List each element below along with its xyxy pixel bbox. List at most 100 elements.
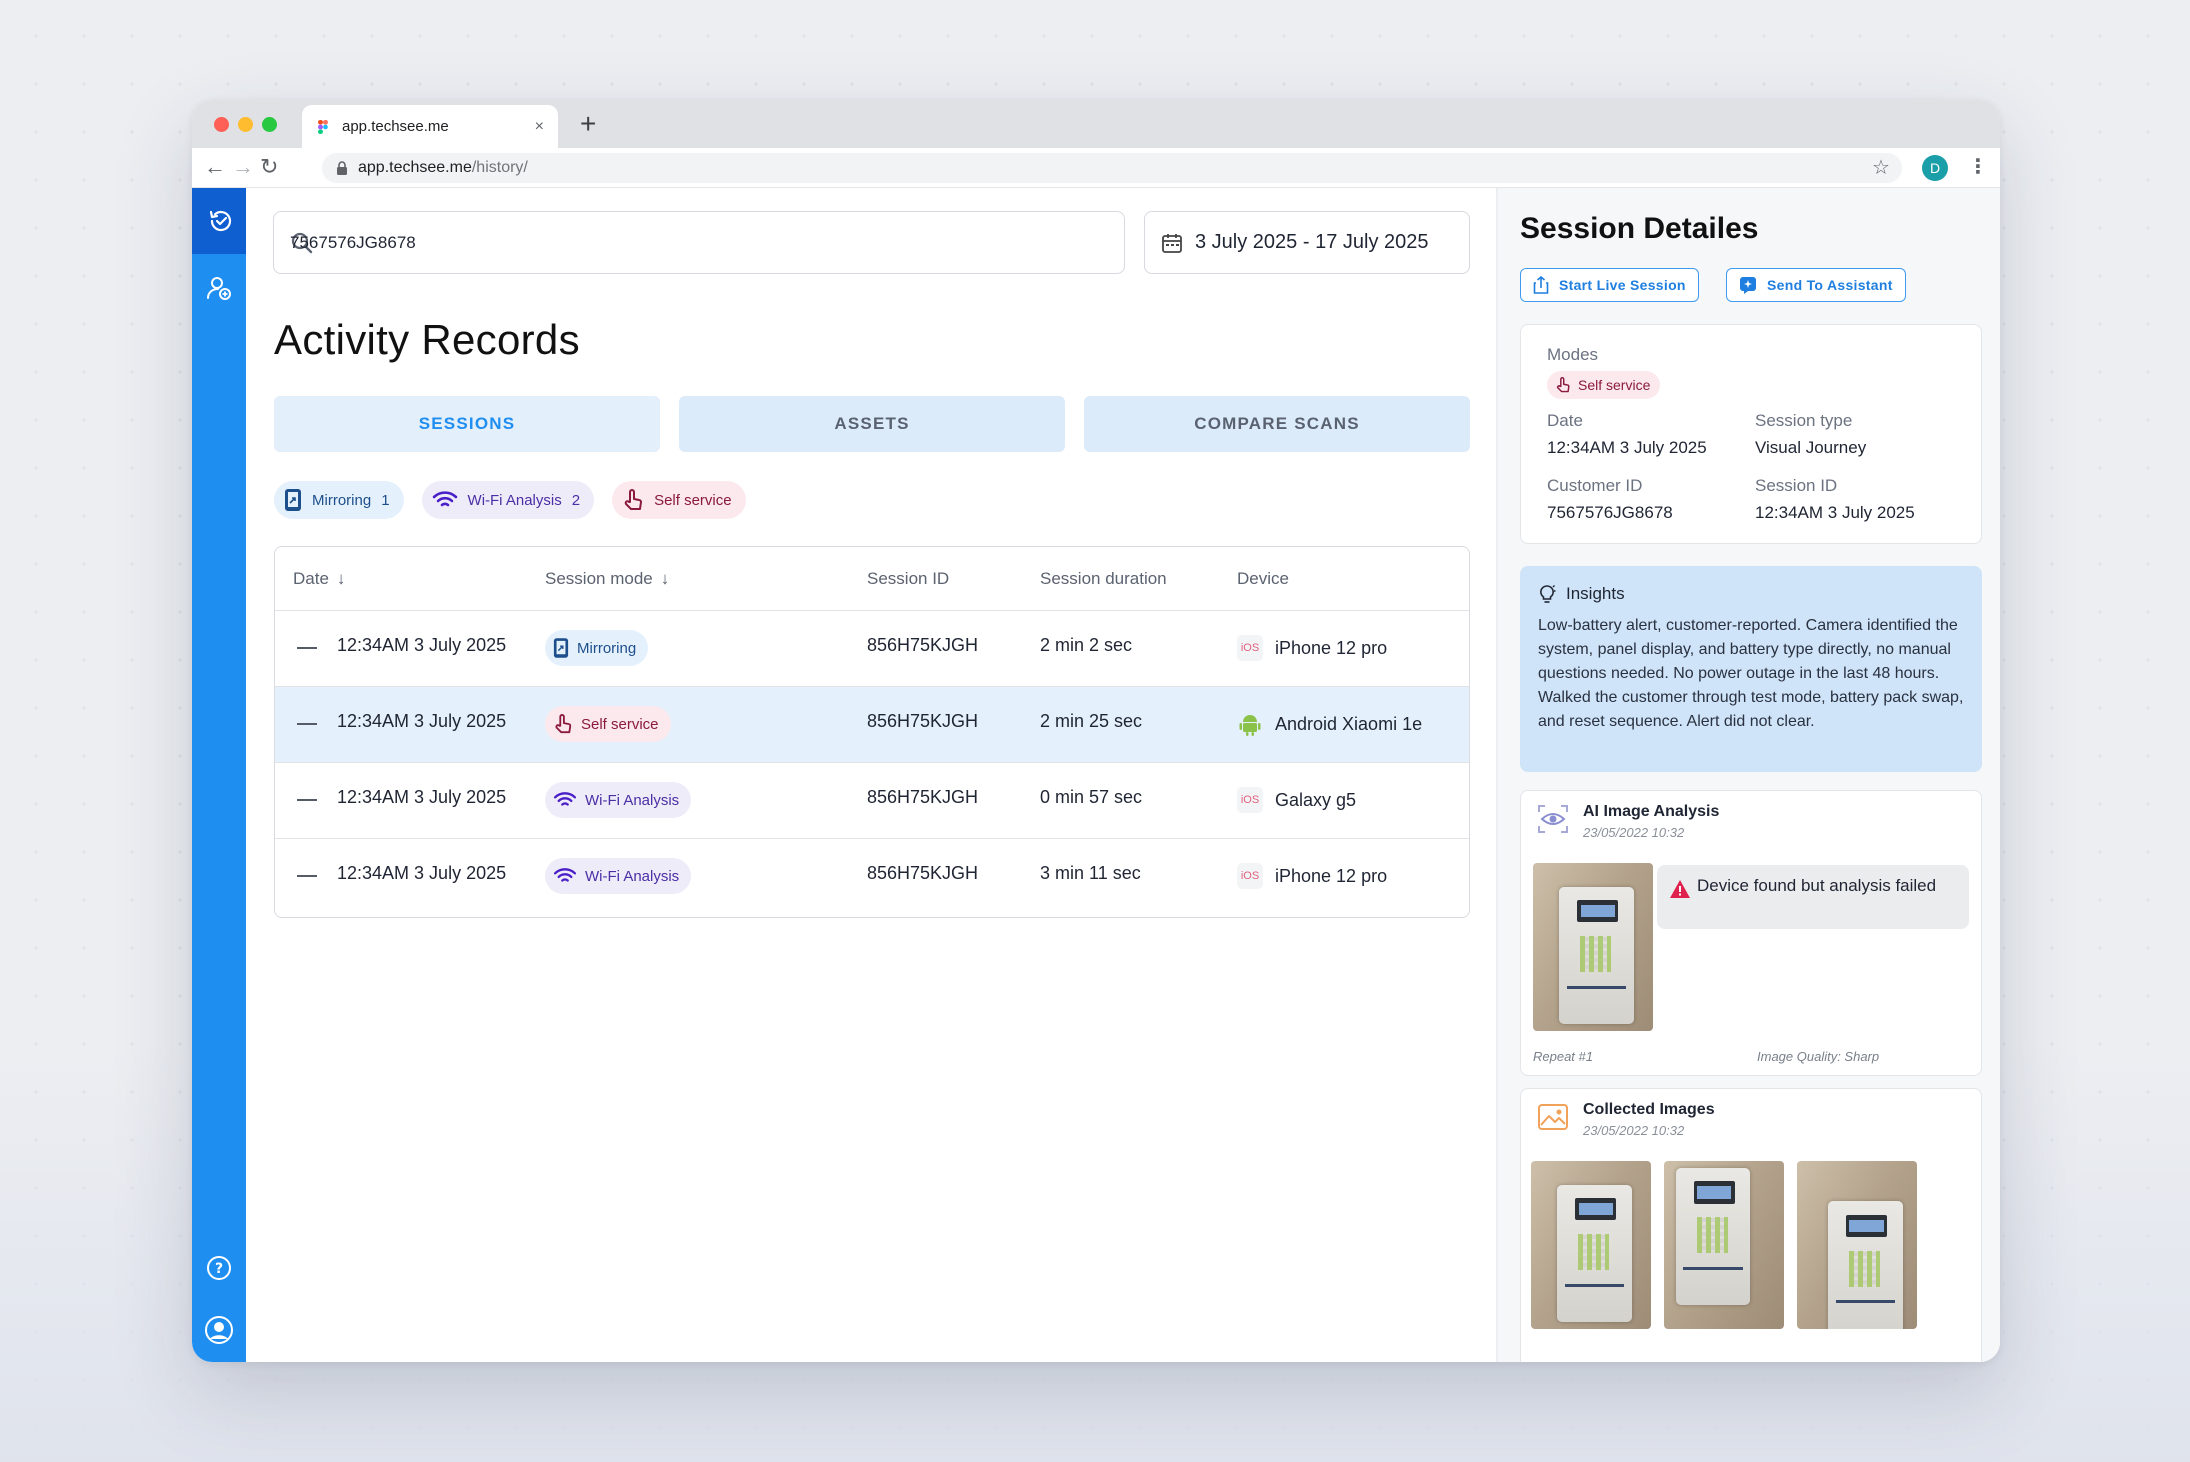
mode-filters: Mirroring 1 Wi-Fi Analysis 2 Self servic… — [274, 481, 746, 519]
sidebar-item-help[interactable]: ? — [192, 1238, 246, 1298]
row-date: 12:34AM 3 July 2025 — [337, 711, 507, 731]
filter-label: Mirroring — [312, 491, 372, 509]
mirroring-icon — [553, 638, 569, 658]
sidebar-item-history[interactable] — [192, 188, 250, 254]
account-icon — [205, 1316, 233, 1344]
browser-menu-icon[interactable]: ⋮ — [1968, 154, 1988, 179]
filter-count: 1 — [381, 491, 390, 509]
row-mode-label: Self service — [581, 715, 659, 733]
header-session-id: Session ID — [867, 569, 950, 588]
session-id-value: 12:34AM 3 July 2025 — [1755, 503, 1915, 522]
image-gallery-icon — [1538, 1104, 1568, 1130]
row-device: Android Xiaomi 1e — [1237, 711, 1422, 737]
maximize-window-button[interactable] — [262, 117, 277, 132]
profile-avatar[interactable]: D — [1922, 155, 1948, 181]
help-icon: ? — [207, 1256, 231, 1280]
url-path: /history/ — [471, 159, 528, 176]
search-value: 7567576JG8678 — [290, 232, 416, 252]
tab-sessions[interactable]: SESSIONS — [274, 396, 660, 452]
row-date: 12:34AM 3 July 2025 — [337, 635, 507, 655]
modes-label: Modes — [1547, 345, 1599, 364]
session-info-card: Modes Self service Date 12:34AM 3 July 2… — [1520, 324, 1982, 544]
insights-header: Insights — [1538, 584, 1964, 604]
send-to-assistant-button[interactable]: Send To Assistant — [1726, 268, 1906, 302]
warning-icon — [1670, 880, 1690, 898]
header-mode-label: Session mode — [545, 569, 653, 588]
tab-assets[interactable]: ASSETS — [679, 396, 1065, 452]
lock-icon — [337, 161, 347, 175]
ios-icon: iOS — [1237, 635, 1263, 661]
header-session-mode[interactable]: Session mode ↓ — [545, 569, 669, 589]
sidebar-item-account[interactable] — [192, 1300, 246, 1360]
new-tab-button[interactable]: + — [580, 108, 596, 140]
row-device-name: iPhone 12 pro — [1275, 637, 1388, 658]
row-session-id: 856H75KJGH — [867, 635, 979, 655]
row-duration: 2 min 25 sec — [1040, 711, 1143, 731]
ai-analysis-date: 23/05/2022 10:32 — [1583, 825, 1685, 840]
row-device: iOS iPhone 12 pro — [1237, 863, 1387, 889]
table-row-selected[interactable]: 12:34AM 3 July 2025 Self service 856H75K… — [275, 687, 1469, 763]
hand-pointer-icon — [624, 489, 643, 510]
bookmark-star-icon[interactable]: ☆ — [1872, 155, 1890, 180]
mirroring-icon — [285, 489, 301, 511]
row-date: 12:34AM 3 July 2025 — [337, 787, 507, 807]
add-user-icon — [207, 277, 231, 300]
close-window-button[interactable] — [214, 117, 229, 132]
insights-title: Insights — [1566, 584, 1625, 603]
sort-arrow-icon: ↓ — [336, 569, 346, 588]
tab-close-icon[interactable]: × — [535, 118, 544, 136]
collected-images-date: 23/05/2022 10:32 — [1583, 1123, 1685, 1138]
eye-scan-icon — [1538, 805, 1568, 833]
header-date[interactable]: Date ↓ — [293, 569, 345, 589]
expand-dash-icon[interactable] — [297, 647, 317, 649]
start-live-session-button[interactable]: Start Live Session — [1520, 268, 1699, 302]
minimize-window-button[interactable] — [238, 117, 253, 132]
mode-chip-self-service: Self service — [1547, 371, 1661, 399]
app-root: ? 7567576JG8678 3 July 2025 - 17 July 20… — [192, 188, 2000, 1362]
expand-dash-icon[interactable] — [297, 875, 317, 877]
row-mode-label: Wi-Fi Analysis — [585, 867, 680, 885]
mode-chip-label: Self service — [1578, 377, 1651, 393]
date-range-picker[interactable]: 3 July 2025 - 17 July 2025 — [1144, 211, 1470, 274]
sidebar-item-add-user[interactable] — [192, 258, 246, 318]
expand-dash-icon[interactable] — [297, 799, 317, 801]
session-id-label: Session ID — [1755, 476, 1838, 495]
alarm-panel-graphic — [1676, 1167, 1751, 1306]
tab-compare-scans[interactable]: COMPARE SCANS — [1084, 396, 1470, 452]
browser-tab[interactable]: app.techsee.me × — [302, 105, 558, 148]
row-device: iOS iPhone 12 pro — [1237, 635, 1387, 661]
filter-chip-wifi[interactable]: Wi-Fi Analysis 2 — [421, 481, 595, 519]
send-to-assistant-label: Send To Assistant — [1767, 277, 1893, 293]
analysis-photo[interactable] — [1533, 863, 1653, 1031]
back-arrow-icon[interactable]: ← — [204, 154, 226, 180]
expand-dash-icon[interactable] — [297, 723, 317, 725]
header-session-duration: Session duration — [1040, 569, 1167, 588]
collected-images-header: Collected Images 23/05/2022 10:32 — [1537, 1101, 1715, 1138]
collected-image-thumbnail[interactable] — [1664, 1161, 1784, 1329]
history-icon — [209, 210, 232, 232]
row-duration: 0 min 57 sec — [1040, 787, 1143, 807]
date-value: 12:34AM 3 July 2025 — [1547, 438, 1707, 457]
row-duration: 2 min 2 sec — [1040, 635, 1133, 655]
forward-arrow-icon[interactable]: → — [232, 154, 254, 180]
row-mode-chip: Self service — [545, 706, 671, 742]
filter-chip-mirroring[interactable]: Mirroring 1 — [274, 481, 404, 519]
row-duration: 3 min 11 sec — [1040, 863, 1141, 883]
date-range-value: 3 July 2025 - 17 July 2025 — [1195, 231, 1429, 253]
analysis-warning: Device found but analysis failed — [1657, 865, 1969, 929]
reload-icon[interactable]: ↻ — [260, 154, 278, 180]
table-header: Date ↓ Session mode ↓ Session ID Session… — [275, 547, 1469, 611]
table-row[interactable]: 12:34AM 3 July 2025 Mirroring 856H75KJGH… — [275, 611, 1469, 687]
collected-image-thumbnail[interactable] — [1531, 1161, 1651, 1329]
table-row[interactable]: 12:34AM 3 July 2025 Wi-Fi Analysis 856H7… — [275, 763, 1469, 839]
table-row[interactable]: 12:34AM 3 July 2025 Wi-Fi Analysis 856H7… — [275, 839, 1469, 915]
url-field[interactable]: app.techsee.me/history/ — [322, 153, 1902, 183]
browser-tab-bar: app.techsee.me × + — [192, 100, 2000, 148]
row-session-id: 856H75KJGH — [867, 787, 979, 807]
search-input[interactable]: 7567576JG8678 — [273, 211, 1125, 274]
ios-icon: iOS — [1237, 787, 1263, 813]
wifi-icon — [432, 491, 457, 507]
ai-analysis-header: AI Image Analysis 23/05/2022 10:32 — [1537, 803, 1719, 840]
collected-image-thumbnail[interactable] — [1797, 1161, 1917, 1329]
filter-chip-self-service[interactable]: Self service — [612, 481, 746, 519]
